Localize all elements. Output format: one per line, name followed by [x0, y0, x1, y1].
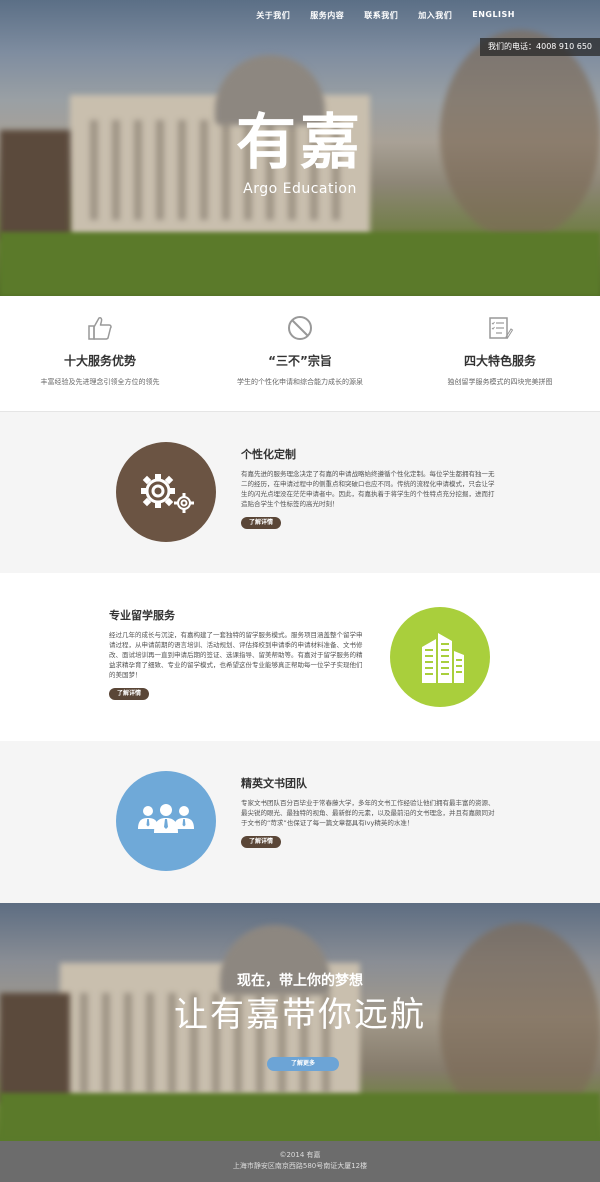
phone-number-badge: 我们的电话：4008 910 650	[480, 38, 600, 56]
feature-title: 四大特色服务	[463, 354, 536, 368]
section-body: 专家文书团队百分百毕业于常春藤大学，多年的文书工作经验让他们拥有最丰富的资源、最…	[241, 799, 495, 827]
section-title: 精英文书团队	[241, 777, 307, 790]
hero-banner: 关于我们 服务内容 联系我们 加入我们 ENGLISH 我们的电话：4008 9…	[0, 0, 600, 296]
section-professional: 专业留学服务 经过几年的成长与沉淀，有嘉构建了一套独特的留学服务模式。服务项目涵…	[0, 573, 600, 741]
section-body: 经过几年的成长与沉淀，有嘉构建了一套独特的留学服务模式。服务项目涵盖整个留学申请…	[109, 631, 363, 679]
call-to-action-banner: 现在，带上你的梦想 让有嘉带你远航 了解更多	[0, 903, 600, 1141]
nav-english[interactable]: ENGLISH	[472, 10, 515, 21]
section-text: 精英文书团队 专家文书团队百分百毕业于常春藤大学，多年的文书工作经验让他们拥有最…	[241, 775, 496, 848]
nav-join[interactable]: 加入我们	[418, 10, 452, 21]
feature-title: 十大服务优势	[63, 354, 136, 368]
section-icon-circle	[116, 442, 216, 542]
feature-title: “三不”宗旨	[268, 354, 332, 368]
background-lawn	[0, 1093, 600, 1141]
section-icon-circle	[116, 771, 216, 871]
feature-advantages: 十大服务优势 丰富经验及先进理念引领全方位的领先	[0, 314, 200, 411]
feature-desc: 学生的个性化申请和综合能力成长的源泉	[237, 378, 363, 386]
footer-copyright: ©2014 有嘉	[279, 1151, 321, 1159]
team-icon	[138, 804, 194, 833]
feature-desc: 独创留学服务模式的四块完美拼图	[447, 378, 553, 386]
logo-english: Argo Education	[243, 181, 357, 197]
nav-services[interactable]: 服务内容	[310, 10, 344, 21]
gears-icon	[141, 474, 194, 513]
section-title: 个性化定制	[241, 448, 296, 461]
learn-more-cta-button[interactable]: 了解更多	[267, 1057, 339, 1071]
section-writing-team: 精英文书团队 专家文书团队百分百毕业于常春藤大学，多年的文书工作经验让他们拥有最…	[0, 741, 600, 903]
thumbs-up-icon	[88, 317, 112, 340]
footer: ©2014 有嘉 上海市静安区南京西路580号南证大厦12楼	[0, 1141, 600, 1182]
top-navigation: 关于我们 服务内容 联系我们 加入我们 ENGLISH	[256, 10, 515, 21]
feature-services: 四大特色服务 独创留学服务模式的四块完美拼图	[400, 314, 600, 411]
section-title: 专业留学服务	[109, 609, 175, 622]
features-row: 十大服务优势 丰富经验及先进理念引领全方位的领先 “三不”宗旨 学生的个性化申请…	[0, 296, 600, 411]
section-text: 个性化定制 有嘉先进的服务理念决定了有嘉的申请战略始终遵循个性化定制。每位学生都…	[241, 446, 496, 529]
section-body: 有嘉先进的服务理念决定了有嘉的申请战略始终遵循个性化定制。每位学生都拥有独一无二…	[241, 470, 495, 508]
logo-chinese: 有嘉	[236, 108, 364, 178]
footer-address: 上海市静安区南京西路580号南证大厦12楼	[232, 1162, 368, 1170]
feature-principles: “三不”宗旨 学生的个性化申请和综合能力成长的源泉	[200, 314, 400, 411]
checklist-icon	[489, 317, 514, 339]
learn-more-button[interactable]: 了解详情	[109, 688, 150, 700]
background-lawn	[0, 232, 600, 296]
nav-contact[interactable]: 联系我们	[364, 10, 398, 21]
learn-more-button[interactable]: 了解详情	[241, 836, 282, 848]
section-icon-circle	[390, 607, 490, 707]
nav-about[interactable]: 关于我们	[256, 10, 290, 21]
buildings-icon	[422, 633, 464, 683]
prohibited-icon	[288, 316, 312, 340]
section-text: 专业留学服务 经过几年的成长与沉淀，有嘉构建了一套独特的留学服务模式。服务项目涵…	[109, 607, 364, 700]
learn-more-button[interactable]: 了解详情	[241, 517, 282, 529]
feature-desc: 丰富经验及先进理念引领全方位的领先	[40, 378, 160, 386]
cta-title: 让有嘉带你远航	[174, 995, 426, 1035]
section-personalized: 个性化定制 有嘉先进的服务理念决定了有嘉的申请战略始终遵循个性化定制。每位学生都…	[0, 411, 600, 573]
